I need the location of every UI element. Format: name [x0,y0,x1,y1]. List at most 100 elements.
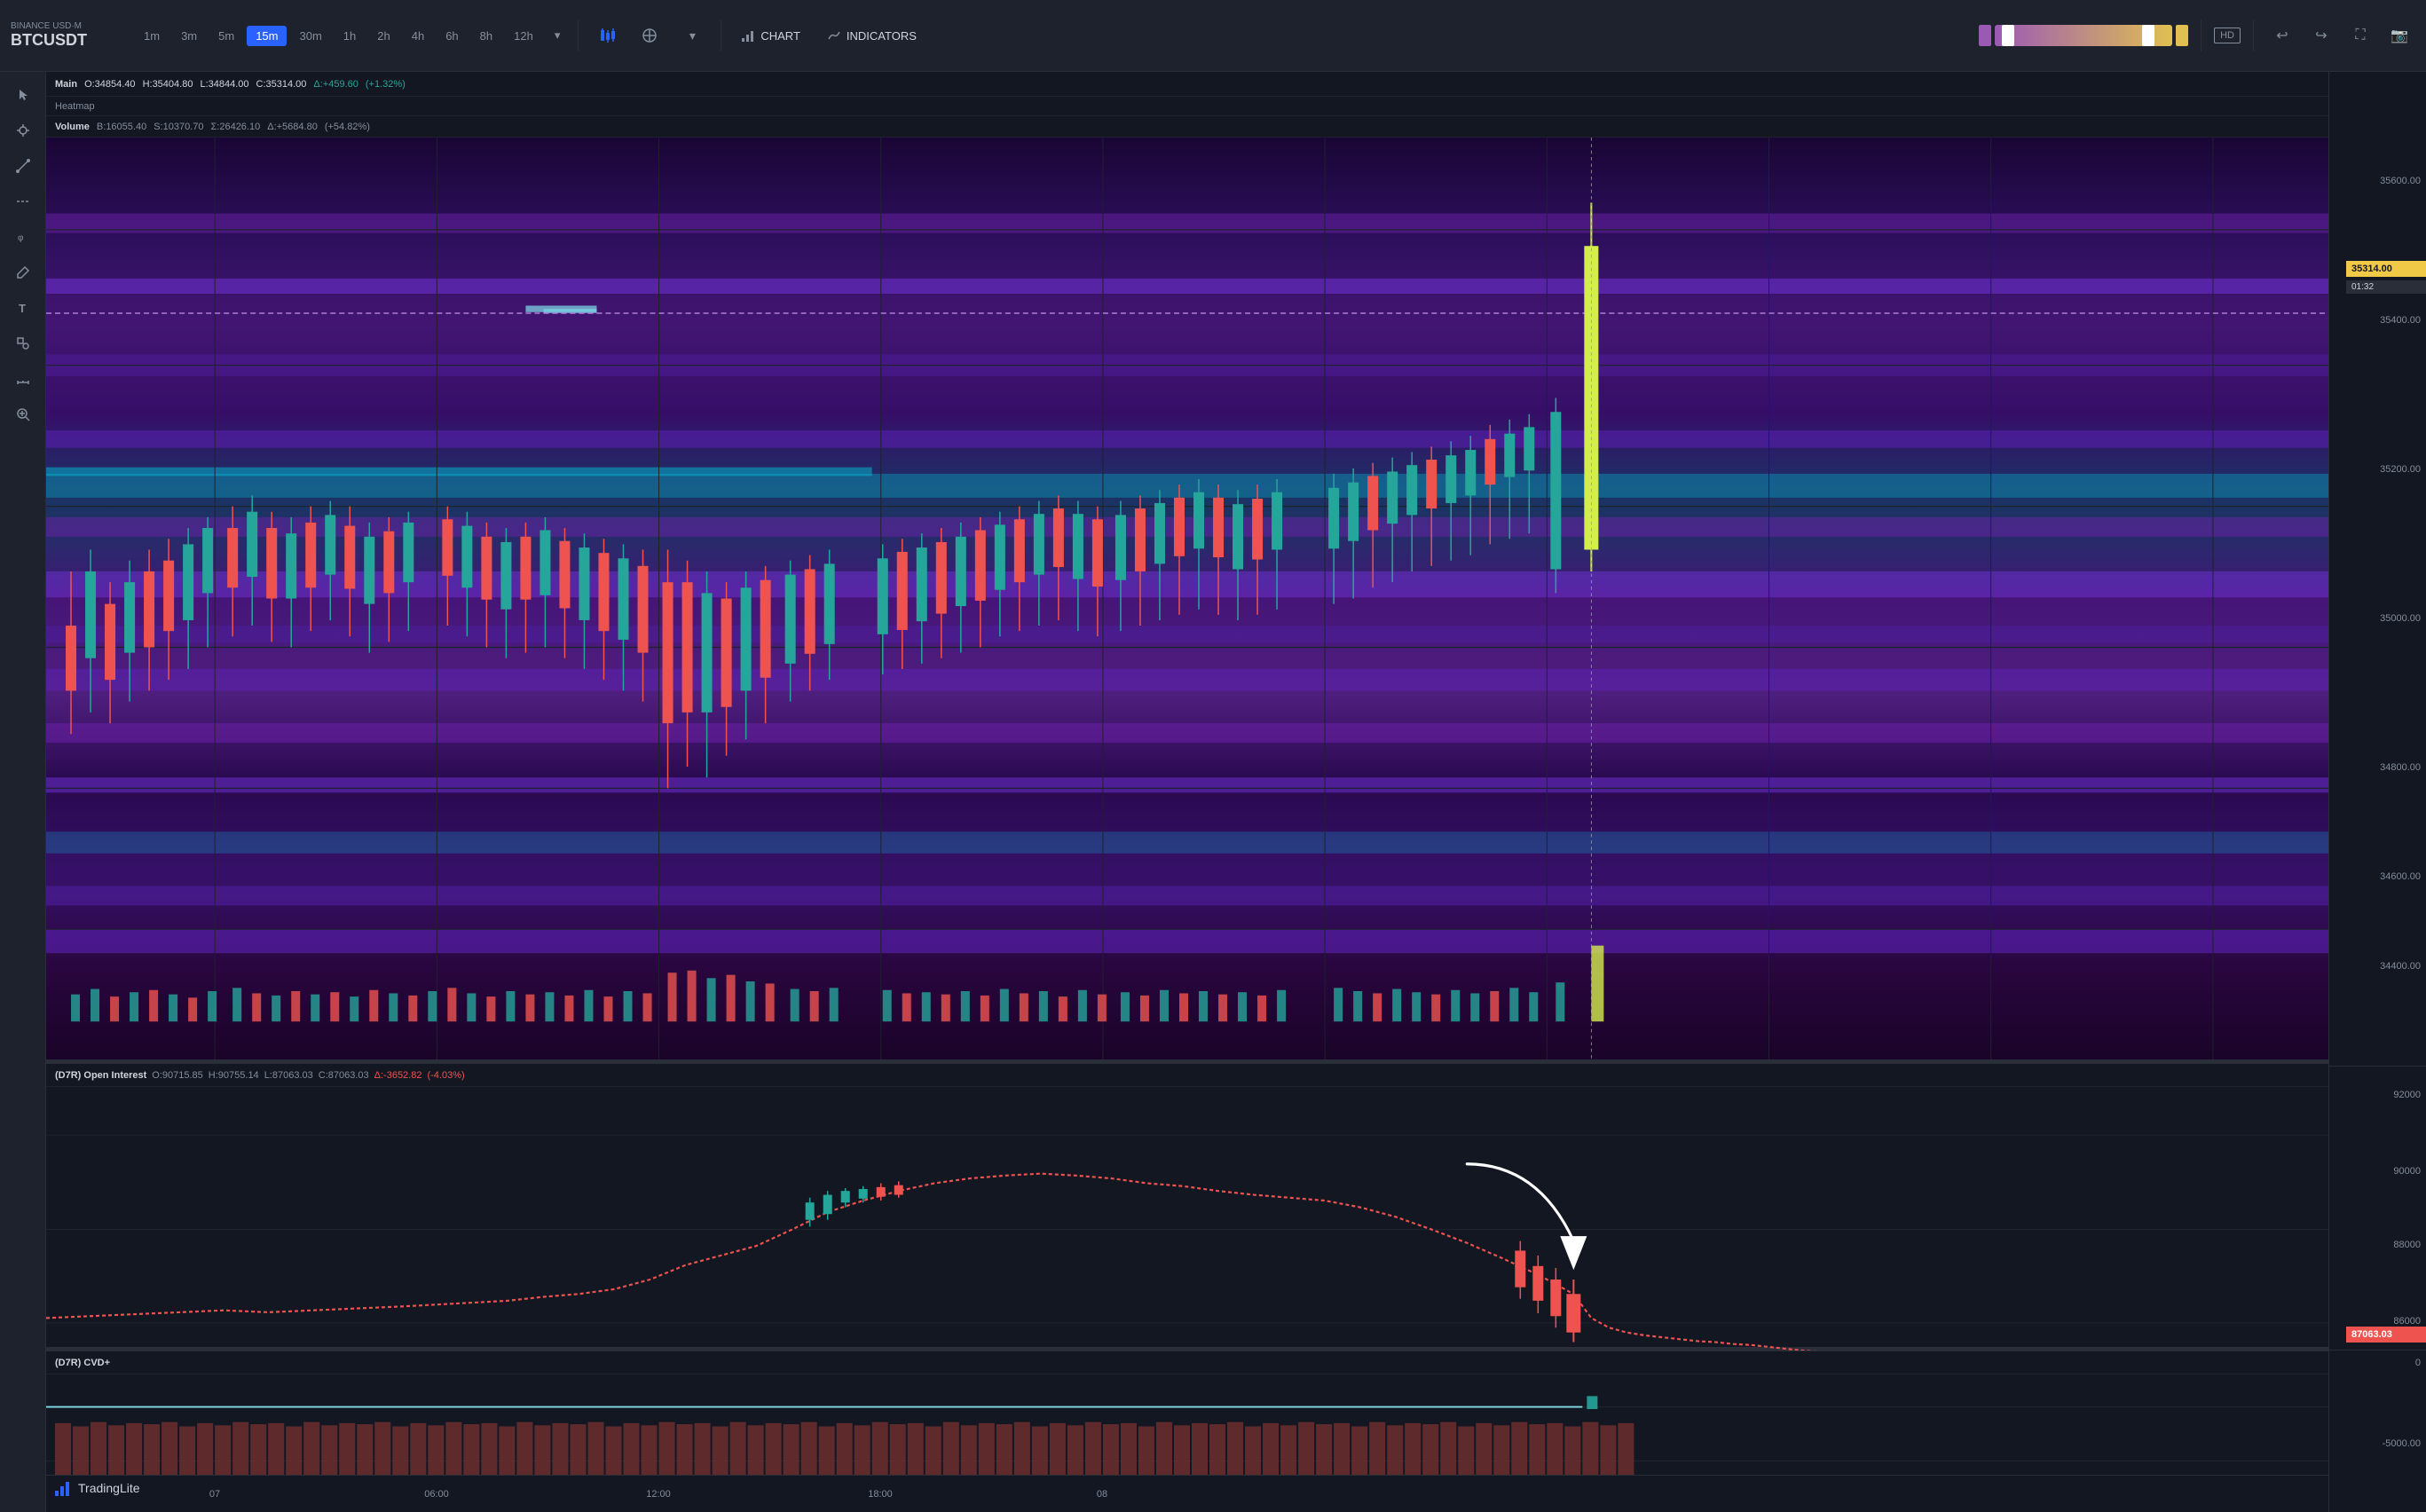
tool-measure[interactable] [7,363,39,395]
fibonacci-icon: φ [16,230,30,244]
timeframe-8h[interactable]: 8h [471,26,501,46]
heatmap-bar: Heatmap [46,97,2328,116]
range-thumb-right[interactable] [2142,25,2154,46]
oi-label: (D7R) Open Interest [55,1070,146,1081]
chart-type-candle-btn[interactable] [587,16,626,55]
main-layout: φ T [0,72,2426,1512]
timeframe-2h[interactable]: 2h [368,26,398,46]
tool-trendline[interactable] [7,150,39,182]
timeframe-3m[interactable]: 3m [172,26,206,46]
redo-icon: ↪ [2315,27,2327,44]
tool-crosshair[interactable] [7,114,39,146]
tool-hline[interactable] [7,185,39,217]
candle-chart-icon [598,27,616,44]
right-axis-main: 35600.00 35400.00 35200.00 35000.00 3480… [2329,72,2426,1067]
current-time-value: 01:32 [2351,282,2374,292]
cvd-price-neg5000: -5000.00 [2383,1438,2421,1449]
chart-compare-btn[interactable] [630,16,669,55]
fullscreen-btn[interactable]: ⛶ [2344,20,2376,51]
brush-icon [16,265,30,280]
main-toolbar: BINANCE USD·M BTCUSDT 1m 3m 5m 15m 30m 1… [0,0,2426,72]
main-high: H:35404.80 [143,79,193,90]
all-panels: Main O:34854.40 H:35404.80 L:34844.00 C:… [46,72,2328,1512]
timeframe-1h[interactable]: 1h [335,26,365,46]
oi-chart-svg [46,1087,2328,1370]
oi-high: H:90755.14 [209,1070,259,1081]
right-axis-time-spacer [2329,1475,2426,1512]
svg-text:φ: φ [18,233,24,243]
cvd-price-0: 0 [2415,1358,2421,1368]
indicators-label: INDICATORS [847,29,917,43]
volume-label: Volume [55,122,90,132]
tool-fibonacci[interactable]: φ [7,221,39,253]
price-34400: 34400.00 [2380,961,2421,972]
left-sidebar: φ T [0,72,46,1512]
compare-icon [641,27,658,44]
timeframe-12h[interactable]: 12h [505,26,542,46]
main-chart-panel[interactable] [46,138,2328,1059]
cvd-panel: (D7R) CVD+ [46,1351,2328,1475]
volume-sum: Σ:26426.10 [210,122,260,132]
time-label-08: 08 [1097,1489,1107,1500]
current-time-label: 01:32 [2346,280,2426,294]
main-open: O:34854.40 [84,79,136,90]
cvd-info-bar: (D7R) CVD+ [46,1351,2328,1374]
tool-brush[interactable] [7,256,39,288]
color-range-slider[interactable] [1995,25,2172,46]
main-info-bar: Main O:34854.40 H:35404.80 L:34844.00 C:… [46,72,2328,97]
time-axis: 07 06:00 12:00 18:00 08 [46,1475,2328,1512]
timeframe-1m[interactable]: 1m [135,26,169,46]
time-label-07: 07 [209,1489,220,1500]
tool-zoom[interactable] [7,398,39,430]
price-34800: 34800.00 [2380,762,2421,773]
chart-menu-btn[interactable]: CHART [730,23,811,48]
tool-cursor[interactable] [7,79,39,111]
chart-icon [741,28,755,43]
price-35400: 35400.00 [2380,315,2421,326]
indicators-btn[interactable]: INDICATORS [815,23,929,48]
timeframe-more[interactable]: ▾ [546,25,570,46]
timeframe-15m[interactable]: 15m [247,26,287,46]
redo-btn[interactable]: ↪ [2305,20,2337,51]
timeframe-30m[interactable]: 30m [290,26,330,46]
hd-btn[interactable]: HD [2214,28,2241,43]
chart-options-btn[interactable]: ▾ [673,16,712,55]
volume-buy: B:16055.40 [97,122,146,132]
oi-delta-pct: (-4.03%) [427,1070,464,1081]
exchange-label: BINANCE USD·M [11,21,117,31]
tradingview-logo: TradingLite [53,1478,140,1498]
toolbar-right: HD ↩ ↪ ⛶ 📷 [1979,20,2415,51]
timeframe-5m[interactable]: 5m [209,26,243,46]
tool-shapes[interactable] [7,327,39,359]
current-price-value: 35314.00 [2351,264,2392,274]
indicators-icon [827,28,841,43]
oi-price-92000: 92000 [2393,1090,2421,1100]
separator-1 [578,20,579,51]
heatmap-label: Heatmap [55,101,95,112]
volume-info-bar: Volume B:16055.40 S:10370.70 Σ:26426.10 … [46,116,2328,138]
chart-label: CHART [760,29,800,43]
time-label-0600: 06:00 [424,1489,449,1500]
tool-text[interactable]: T [7,292,39,324]
screenshot-btn[interactable]: 📷 [2383,20,2415,51]
zoom-icon [16,407,30,421]
main-low: L:34844.00 [200,79,248,90]
timeframe-4h[interactable]: 4h [403,26,433,46]
oi-info-bar: (D7R) Open Interest O:90715.85 H:90755.1… [46,1064,2328,1087]
right-axis-cvd: 0 -5000.00 [2329,1351,2426,1475]
svg-text:T: T [19,302,26,315]
range-thumb-left[interactable] [2002,25,2014,46]
current-price-label: 35314.00 [2346,261,2426,277]
timeframe-6h[interactable]: 6h [437,26,467,46]
price-34600: 34600.00 [2380,871,2421,882]
oi-panel: (D7R) Open Interest O:90715.85 H:90755.1… [46,1063,2328,1347]
right-axes: 35600.00 35400.00 35200.00 35000.00 3480… [2328,72,2426,1512]
main-chart-svg [46,138,2328,1059]
time-label-1800: 18:00 [868,1489,893,1500]
oi-current-price-label: 87063.03 [2346,1327,2426,1343]
oi-delta: Δ:-3652.82 [374,1070,422,1081]
oi-price-90000: 90000 [2393,1166,2421,1177]
undo-btn[interactable]: ↩ [2266,20,2298,51]
chevron-down-icon: ▾ [689,28,696,43]
shapes-icon [16,336,30,350]
